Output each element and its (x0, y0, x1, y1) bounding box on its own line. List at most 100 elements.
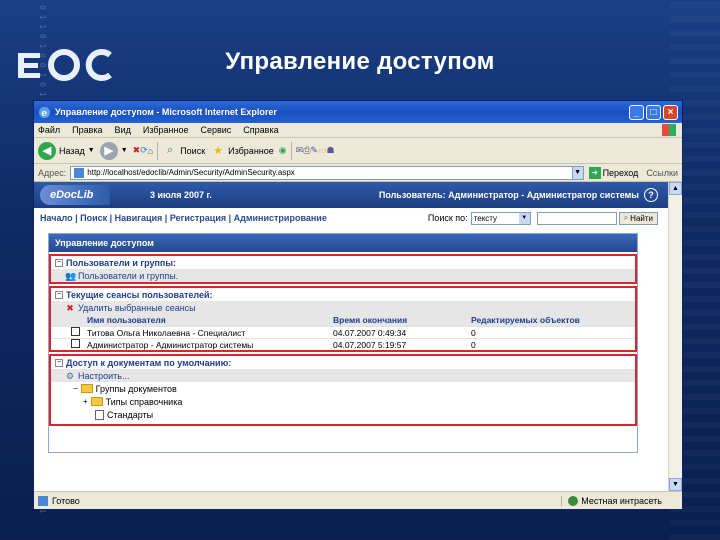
address-input[interactable]: http://localhost/edoclib/Admin/Security/… (70, 165, 573, 180)
vertical-scrollbar[interactable]: ▲ ▼ (668, 182, 682, 491)
browser-window: e Управление доступом - Microsoft Intern… (33, 100, 683, 510)
dropdown-arrow-icon: ▼ (120, 147, 128, 154)
back-arrow-icon: ◀ (38, 141, 56, 160)
tree-collapse-icon[interactable]: − (73, 384, 78, 393)
home-icon[interactable]: ⌂ (148, 146, 153, 156)
menu-edit[interactable]: Правка (72, 125, 102, 135)
sessions-table-header: Имя пользователя Время окончания Редакти… (51, 314, 635, 326)
scroll-up-icon[interactable]: ▲ (669, 182, 682, 195)
tree-item-label: Стандарты (107, 409, 154, 420)
configure-label: Настроить... (78, 370, 130, 381)
toolbar-separator (157, 141, 159, 160)
app-logo[interactable]: eDocLib (40, 185, 110, 205)
favorites-button[interactable]: ★ Избранное (210, 143, 274, 159)
maximize-button[interactable]: □ (646, 104, 661, 120)
address-value: http://localhost/edoclib/Admin/Security/… (87, 168, 295, 177)
delete-sessions-label: Удалить выбранные сеансы (78, 302, 196, 313)
mail-icon[interactable]: ✉ (296, 145, 304, 156)
menu-help[interactable]: Справка (243, 125, 278, 135)
sessions-section-title: Текущие сеансы пользователей: (66, 289, 213, 300)
users-section: − Пользователи и группы: 👥 Пользователи … (49, 254, 637, 284)
star-icon: ★ (213, 145, 224, 157)
menu-tools[interactable]: Сервис (200, 125, 231, 135)
table-row: Титова Ольга Николаевна - Специалист 04.… (51, 326, 635, 338)
back-button[interactable]: ◀ Назад ▼ (38, 141, 95, 160)
tree-item-standards[interactable]: Стандарты (51, 408, 635, 421)
sessions-section: − Текущие сеансы пользователей: ✖ Удалит… (49, 286, 637, 352)
panel-title: Управление доступом (49, 234, 637, 252)
tree-expand-icon[interactable]: + (83, 397, 88, 406)
print-icon[interactable]: ⎙ (303, 145, 310, 156)
row-checkbox[interactable] (71, 327, 80, 336)
users-groups-link[interactable]: 👥 Пользователи и группы. (51, 269, 635, 282)
tree-item-label: Типы справочника (105, 396, 183, 407)
links-button[interactable]: Ссылки (646, 168, 678, 178)
access-panel: Управление доступом − Пользователи и гру… (48, 233, 638, 453)
refresh-icon[interactable]: ⟳ (140, 145, 148, 156)
forward-button[interactable]: ▶ ▼ (99, 141, 128, 160)
page-icon (38, 495, 48, 506)
cell-end-time: 04.07.2007 0:49:34 (333, 327, 407, 338)
address-bar: Адрес: http://localhost/edoclib/Admin/Se… (34, 164, 682, 182)
row-checkbox[interactable] (71, 339, 80, 348)
tree-item-label: Группы документов (95, 383, 177, 394)
menu-view[interactable]: Вид (115, 125, 131, 135)
windows-flag-icon (662, 124, 676, 136)
intranet-icon (568, 495, 579, 506)
search-icon: ⌕ (167, 144, 174, 156)
tree-item-reference-types[interactable]: + Типы справочника (51, 395, 635, 408)
cell-user: Титова Ольга Николаевна - Специалист (87, 327, 246, 338)
cell-objects: 0 (471, 339, 476, 350)
search-input[interactable] (536, 211, 617, 225)
back-label: Назад (59, 145, 85, 156)
stop-icon[interactable]: ✖ (133, 145, 141, 156)
window-title: Управление доступом - Microsoft Internet… (55, 107, 277, 117)
find-label: Найти (630, 213, 653, 223)
go-label: Переход (602, 167, 639, 178)
access-section-title: Доступ к документам по умолчанию: (66, 357, 232, 368)
users-section-header[interactable]: − Пользователи и группы: (51, 256, 635, 269)
chevron-down-icon: ▼ (518, 212, 530, 224)
find-button[interactable]: ⌕ Найти (618, 211, 658, 225)
page-icon (74, 167, 85, 178)
cell-user: Администратор - Администратор системы (87, 339, 254, 350)
scroll-down-icon[interactable]: ▼ (669, 478, 682, 491)
window-titlebar[interactable]: e Управление доступом - Microsoft Intern… (34, 101, 682, 123)
document-icon (95, 409, 104, 420)
search-label: Поиск (180, 145, 206, 156)
users-icon: 👥 (65, 270, 77, 281)
help-icon[interactable]: ? (644, 188, 658, 202)
app-date: 3 июля 2007 г. (150, 190, 212, 200)
delete-icon: ✖ (66, 302, 74, 313)
search-type-value: тексту (473, 213, 498, 223)
access-section-header[interactable]: − Доступ к документам по умолчанию: (51, 356, 635, 369)
menu-file[interactable]: Файл (38, 125, 60, 135)
go-button[interactable]: ➜ Переход (588, 166, 639, 179)
edit-icon[interactable]: ✎ (310, 145, 318, 156)
delete-sessions-button[interactable]: ✖ Удалить выбранные сеансы (51, 301, 635, 314)
discuss-icon[interactable]: ▭ (318, 145, 327, 156)
forward-arrow-icon: ▶ (99, 141, 118, 160)
app-nav-links[interactable]: Начало | Поиск | Навигация | Регистрация… (40, 213, 327, 223)
search-type-select[interactable]: тексту ▼ (470, 211, 531, 225)
ie-icon: e (38, 106, 51, 118)
collapse-icon[interactable]: − (55, 290, 63, 299)
close-button[interactable]: × (663, 104, 678, 120)
collapse-icon[interactable]: − (55, 258, 63, 267)
media-icon[interactable]: ◉ (279, 145, 287, 156)
zone-label: Местная интрасеть (581, 495, 662, 506)
collapse-icon[interactable]: − (55, 358, 63, 367)
minimize-button[interactable]: _ (629, 104, 644, 120)
folder-icon (90, 397, 103, 406)
column-objects: Редактируемых объектов (471, 315, 580, 325)
sessions-section-header[interactable]: − Текущие сеансы пользователей: (51, 288, 635, 301)
menu-bar: Файл Правка Вид Избранное Сервис Справка (34, 123, 682, 138)
favorites-label: Избранное (228, 145, 274, 156)
configure-button[interactable]: ⚙ Настроить... (51, 369, 635, 382)
address-dropdown[interactable]: ▼ (571, 165, 584, 180)
tree-item-document-groups[interactable]: − Группы документов (51, 382, 635, 395)
menu-favorites[interactable]: Избранное (143, 125, 189, 135)
access-defaults-section: − Доступ к документам по умолчанию: ⚙ На… (49, 354, 637, 426)
messenger-icon[interactable]: ☗ (326, 145, 334, 156)
search-button[interactable]: ⌕ Поиск (162, 143, 205, 159)
